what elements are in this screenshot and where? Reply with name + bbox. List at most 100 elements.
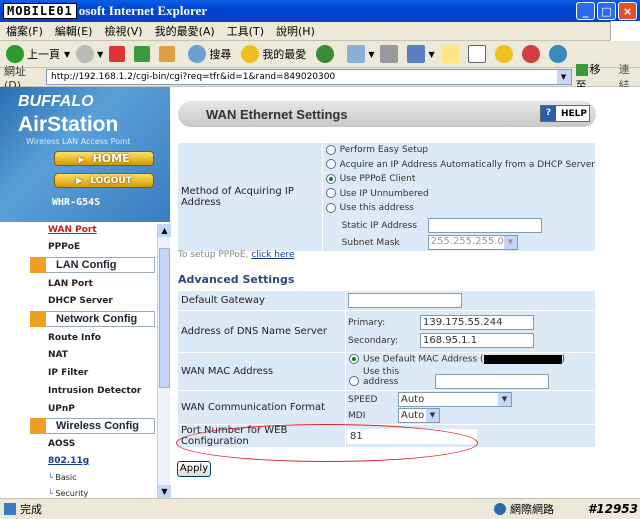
static-ip-input[interactable]	[427, 217, 542, 233]
advanced-settings-title: Advanced Settings	[178, 273, 295, 286]
sidebar-item-upnp[interactable]: UPnP	[48, 404, 75, 414]
menu-file[interactable]: 檔案(F)	[0, 23, 49, 39]
mdi-select[interactable]: Auto ▼	[398, 408, 440, 423]
menu-favorites[interactable]: 我的最愛(A)	[149, 23, 221, 39]
radio-easy-setup[interactable]	[325, 144, 336, 155]
option-use-address[interactable]: Use this address	[325, 201, 595, 216]
sidebar-item-security[interactable]: └ Security	[48, 489, 88, 498]
chevron-down-icon: ▼	[503, 236, 517, 249]
home-nav-button[interactable]: ▶ HOME	[54, 151, 154, 166]
option-pppoe[interactable]: Use PPPoE Client	[325, 172, 595, 187]
print-button[interactable]	[380, 45, 401, 63]
radio-pppoe[interactable]	[325, 173, 336, 184]
logout-nav-button[interactable]: ▶ LOGOUT	[54, 173, 154, 188]
option-ip-unnumbered[interactable]: Use IP Unnumbered	[325, 187, 595, 202]
chevron-down-icon: ▼	[498, 393, 511, 406]
address-input[interactable]: http://192.168.1.2/cgi-bin/cgi?req=tfr&i…	[46, 69, 572, 85]
radio-ip-unnumbered[interactable]	[325, 188, 336, 198]
radio-dhcp[interactable]	[325, 159, 336, 169]
sidebar-item-80211g[interactable]: 802.11g	[48, 456, 89, 466]
menu-edit[interactable]: 編輯(E)	[49, 23, 99, 39]
speed-select[interactable]: Auto ▼	[398, 392, 512, 407]
mobile01-logo: MOBILE01	[3, 3, 77, 19]
sidebar-item-route-info[interactable]: Route Info	[48, 333, 101, 343]
sidebar-item-nat[interactable]: NAT	[48, 350, 68, 360]
close-button[interactable]: ×	[618, 2, 637, 20]
home-button[interactable]	[159, 46, 178, 62]
sidebar-item-aoss[interactable]: AOSS	[48, 439, 75, 449]
research-button[interactable]	[521, 45, 543, 63]
sidebar-item-pppoe[interactable]: PPPoE	[48, 242, 80, 252]
option-easy-setup[interactable]: Perform Easy Setup	[325, 143, 595, 158]
redacted-mac	[483, 354, 562, 364]
title-bar: MOBILE01 osoft Internet Explorer _ □ ×	[0, 0, 640, 22]
pppoe-hint: To setup PPPoE, click here	[178, 250, 295, 260]
refresh-button[interactable]	[134, 46, 153, 62]
back-button[interactable]: 上一頁 ▼	[6, 45, 70, 63]
address-dropdown-icon[interactable]: ▼	[556, 70, 571, 84]
minimize-button[interactable]: _	[576, 2, 595, 20]
printer-icon	[380, 45, 399, 63]
sidebar-header: BUFFALO AirStation Wireless LAN Access P…	[0, 87, 170, 222]
discuss-button[interactable]	[467, 45, 489, 63]
section-lan-config[interactable]: LAN Config	[30, 256, 155, 273]
option-dhcp[interactable]: Acquire an IP Address Automatically from…	[325, 158, 595, 173]
sidebar-item-intrusion-detector[interactable]: Intrusion Detector	[48, 386, 141, 396]
apply-button[interactable]: Apply	[177, 461, 211, 477]
address-url: http://192.168.1.2/cgi-bin/cgi?req=tfr&i…	[51, 72, 336, 82]
favorites-button[interactable]: 我的最愛	[241, 45, 306, 63]
history-button[interactable]	[316, 45, 337, 63]
product-subtitle: Wireless LAN Access Point	[26, 137, 131, 146]
zone-indicator: 網際網路	[494, 501, 554, 517]
help-button[interactable]: ? HELP	[540, 105, 590, 122]
note-button[interactable]	[440, 45, 462, 63]
secondary-dns-input[interactable]: 168.95.1.1	[420, 333, 534, 348]
sidebar-item-lan-port[interactable]: LAN Port	[48, 279, 93, 289]
section-network-config[interactable]: Network Config	[30, 310, 155, 327]
window-title: osoft Internet Explorer	[78, 3, 208, 18]
pppoe-click-here-link[interactable]: click here	[251, 250, 294, 260]
gateway-input[interactable]	[348, 293, 462, 308]
page-header: WAN Ethernet Settings ? HELP	[178, 101, 596, 127]
maximize-button[interactable]: □	[597, 2, 616, 20]
search-icon	[188, 45, 207, 63]
static-ip-label: Static IP Address	[341, 220, 418, 231]
menu-tools[interactable]: 工具(T)	[221, 23, 270, 39]
tree-branch-icon: └	[48, 489, 53, 498]
menu-view[interactable]: 檢視(V)	[98, 23, 148, 39]
sidebar-item-wan-port[interactable]: WAN Port	[48, 225, 97, 235]
note-icon	[440, 45, 459, 63]
radio-default-mac[interactable]	[349, 354, 359, 365]
advanced-table: Default Gateway Address of DNS Name Serv…	[177, 290, 596, 448]
scrollbar-thumb[interactable]	[159, 248, 170, 388]
custom-mac-input[interactable]	[435, 373, 549, 389]
radio-custom-mac[interactable]	[349, 376, 359, 387]
mail-button[interactable]: ▼	[347, 45, 374, 63]
subnet-select[interactable]: 255.255.255.0 ▼	[427, 235, 518, 250]
messenger-button[interactable]	[494, 45, 516, 63]
section-wireless-config[interactable]: Wireless Config	[30, 417, 155, 434]
method-label: Method of Acquiring IP Address	[177, 142, 323, 252]
gateway-label: Default Gateway	[177, 290, 346, 311]
sidebar-item-dhcp-server[interactable]: DHCP Server	[48, 296, 113, 306]
forward-arrow-icon	[76, 45, 95, 63]
forward-button[interactable]: ▼	[76, 45, 103, 63]
method-options: Perform Easy Setup Acquire an IP Address…	[321, 142, 597, 252]
toolbar: 上一頁 ▼ ▼ 搜尋 我的最愛 ▼ ▼	[0, 41, 640, 68]
people-button[interactable]	[548, 45, 570, 63]
primary-dns-input[interactable]: 139.175.55.244	[420, 315, 534, 330]
stop-button[interactable]	[109, 46, 128, 62]
menu-help[interactable]: 說明(H)	[270, 23, 321, 39]
highlight-ellipse	[176, 424, 478, 462]
sidebar-scrollbar[interactable]: ▲ ▼	[157, 224, 171, 498]
option-custom-mac[interactable]: Use this address	[349, 367, 595, 389]
option-default-mac[interactable]: Use Default MAC Address ()	[349, 354, 595, 365]
radio-use-address[interactable]	[325, 202, 336, 213]
sidebar-item-basic[interactable]: └ Basic	[48, 473, 77, 482]
model-name: WHR-G54S	[52, 197, 101, 208]
tree-branch-icon: └	[48, 473, 53, 482]
sidebar-item-ip-filter[interactable]: IP Filter	[48, 368, 88, 378]
edit-button[interactable]: ▼	[407, 45, 435, 63]
status-bar: 完成 網際網路 #12953	[0, 498, 640, 519]
search-button[interactable]: 搜尋	[188, 45, 231, 63]
